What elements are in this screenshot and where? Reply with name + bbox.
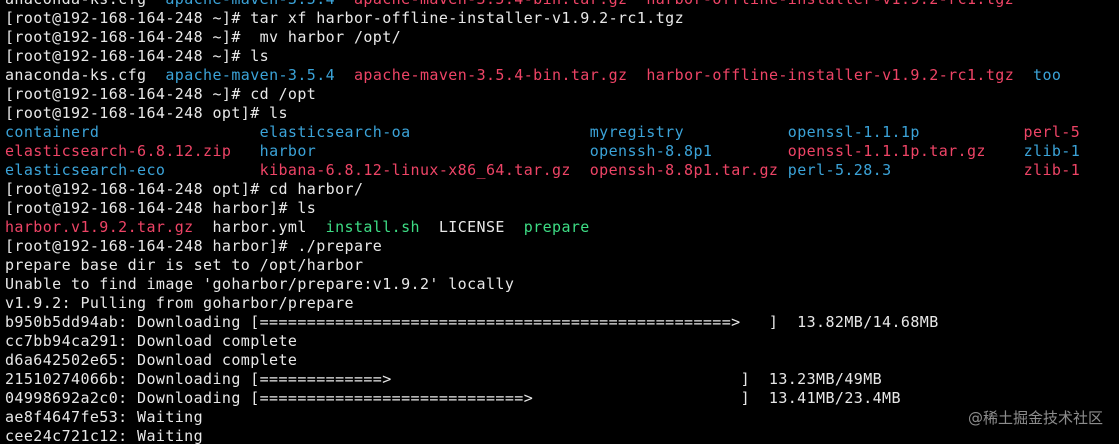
terminal-line: anaconda-ks.cfg apache-maven-3.5.4 apach… (5, 0, 1119, 9)
terminal-line: cee24c721c12: Waiting (5, 427, 1119, 444)
terminal-text-segment: zlib-1 (1023, 142, 1081, 160)
terminal-text-segment: cc7bb94ca291: Download complete (5, 332, 298, 350)
terminal-text-segment: [root@192-168-164-248 ~]# cd /opt (5, 85, 317, 103)
terminal-line: prepare base dir is set to /opt/harbor (5, 256, 1119, 275)
terminal-text-segment: harbor-offline-installer-v1.9.2-rc1.tgz (646, 0, 1033, 8)
terminal-line: anaconda-ks.cfg apache-maven-3.5.4 apach… (5, 66, 1119, 85)
terminal-text-segment: openssl-1.1.1p.tar.gz (787, 142, 986, 160)
terminal-text-segment: prepare (523, 218, 590, 236)
terminal-line: [root@192-168-164-248 ~]# tar xf harbor-… (5, 9, 1119, 28)
terminal-text-segment: LICENSE (419, 218, 524, 236)
terminal-line: ae8f4647fe53: Waiting (5, 408, 1119, 427)
terminal-line: elasticsearch-eco kibana-6.8.12-linux-x8… (5, 161, 1119, 180)
terminal-text-segment: myregistry (589, 123, 788, 141)
terminal-line: d6a642502e65: Download complete (5, 351, 1119, 370)
terminal-text-segment: apache-maven-3.5.4-bin.tar.gz (353, 66, 628, 84)
terminal-text-segment: harbor-offline-installer-v1.9.2-rc1.tgz (646, 66, 1015, 84)
terminal-line: [root@192-168-164-248 opt]# cd harbor/ (5, 180, 1119, 199)
terminal-text-segment: prepare base dir is set to /opt/harbor (5, 256, 364, 274)
terminal-text-segment: 21510274066b: Downloading [=============… (5, 370, 883, 388)
terminal-line: v1.9.2: Pulling from goharbor/prepare (5, 294, 1119, 313)
terminal-line: 04998692a2c0: Downloading [=============… (5, 389, 1119, 408)
terminal-line: [root@192-168-164-248 harbor]# ls (5, 199, 1119, 218)
terminal-text-segment: cee24c721c12: Waiting (5, 427, 204, 444)
terminal-text-segment: d6a642502e65: Download complete (5, 351, 298, 369)
terminal-text-segment: harbor (259, 142, 317, 160)
terminal-text-segment: too (1033, 66, 1062, 84)
terminal-text-segment: [root@192-168-164-248 opt]# cd harbor/ (5, 180, 364, 198)
terminal-text-segment: [root@192-168-164-248 harbor]# ls (5, 199, 317, 217)
terminal-text-segment: [root@192-168-164-248 ~]# tar xf harbor-… (5, 9, 685, 27)
terminal-text-segment: containerd (5, 123, 260, 141)
terminal-text-segment: anaconda-ks.cfg (5, 66, 166, 84)
terminal-text-segment: perl-5.28.3 (787, 161, 892, 179)
terminal-text-segment: elasticsearch-eco (5, 161, 166, 179)
terminal-text-segment: [root@192-168-164-248 opt]# ls (5, 104, 288, 122)
terminal-line: elasticsearch-6.8.12.zip harbor openssh-… (5, 142, 1119, 161)
terminal-text-segment: harbor.yml (193, 218, 326, 236)
terminal-text-segment: [root@192-168-164-248 ~]# ls (5, 47, 270, 65)
terminal-text-segment: zlib-1 (1023, 161, 1081, 179)
terminal-line: containerd elasticsearch-oa myregistry o… (5, 123, 1119, 142)
terminal-line: [root@192-168-164-248 harbor]# ./prepare (5, 237, 1119, 256)
terminal-text-segment: elasticsearch-oa (259, 123, 590, 141)
terminal-text-segment: harbor.v1.9.2.tar.gz (5, 218, 194, 236)
terminal-text-segment: [root@192-168-164-248 ~]# mv harbor /opt… (5, 28, 402, 46)
terminal-line: b950b5dd94ab: Downloading [=============… (5, 313, 1119, 332)
terminal-text-segment: apache-maven-3.5.4 (165, 0, 354, 8)
terminal-line: Unable to find image 'goharbor/prepare:v… (5, 275, 1119, 294)
terminal-text-segment: apache-maven-3.5.4 (165, 66, 336, 84)
terminal-text-segment: 04998692a2c0: Downloading [=============… (5, 389, 901, 407)
terminal-text-segment: b950b5dd94ab: Downloading [=============… (5, 313, 939, 331)
terminal-output: anaconda-ks.cfg apache-maven-3.5.4 apach… (5, 0, 1119, 444)
terminal-text-segment: openssh-8.8p1.tar.gz (589, 161, 779, 179)
terminal-line: cc7bb94ca291: Download complete (5, 332, 1119, 351)
terminal-text-segment: kibana-6.8.12-linux-x86_64.tar.gz (259, 161, 571, 179)
terminal-text-segment: perl-5 (1023, 123, 1081, 141)
terminal-line: [root@192-168-164-248 opt]# ls (5, 104, 1119, 123)
terminal-text-segment: Unable to find image 'goharbor/prepare:v… (5, 275, 515, 293)
terminal-line: [root@192-168-164-248 ~]# mv harbor /opt… (5, 28, 1119, 47)
terminal-line: 21510274066b: Downloading [=============… (5, 370, 1119, 389)
terminal-line: [root@192-168-164-248 ~]# ls (5, 47, 1119, 66)
terminal-text-segment: [root@192-168-164-248 harbor]# ./prepare (5, 237, 383, 255)
terminal-text-segment: anaconda-ks.cfg (5, 0, 165, 8)
terminal-text-segment: openssl-1.1.1p (787, 123, 1024, 141)
terminal-window[interactable]: anaconda-ks.cfg apache-maven-3.5.4 apach… (0, 0, 1119, 444)
terminal-text-segment: v1.9.2: Pulling from goharbor/prepare (5, 294, 354, 312)
watermark-label: @稀土掘金技术社区 (967, 409, 1103, 427)
terminal-line: [root@192-168-164-248 ~]# cd /opt (5, 85, 1119, 104)
terminal-text-segment: apache-maven-3.5.4-bin.tar.gz (354, 0, 646, 8)
terminal-text-segment: install.sh (325, 218, 420, 236)
terminal-line: harbor.v1.9.2.tar.gz harbor.yml install.… (5, 218, 1119, 237)
terminal-text-segment: openssh-8.8p1 (589, 142, 713, 160)
terminal-text-segment: elasticsearch-6.8.12.zip (5, 142, 232, 160)
terminal-text-segment: ae8f4647fe53: Waiting (5, 408, 204, 426)
